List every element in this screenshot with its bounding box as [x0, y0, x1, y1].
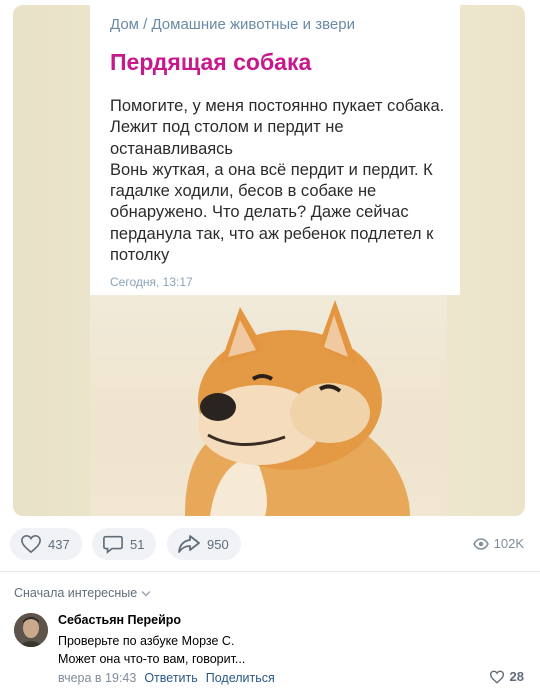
article-line: гадалке ходили, бесов в собаке не — [110, 182, 377, 201]
share-count: 950 — [207, 536, 229, 552]
share-link[interactable]: Поделиться — [206, 671, 275, 685]
comment-like-count: 28 — [509, 669, 524, 684]
comment-meta: вчера в 19:43 Ответить Поделиться — [58, 671, 275, 685]
article-line: Вонь жуткая, а она всё пердит и пердит. … — [110, 160, 433, 179]
like-count: 437 — [48, 536, 70, 552]
share-button[interactable]: 950 — [167, 528, 241, 560]
comment-time[interactable]: вчера в 19:43 — [58, 671, 136, 685]
article-body: Помогите, у меня постоянно пукает собака… — [110, 96, 455, 266]
article-screenshot: Дом / Домашние животные и звери Пердящая… — [90, 5, 460, 295]
post-image[interactable]: Дом / Домашние животные и звери Пердящая… — [13, 5, 525, 516]
chevron-down-icon — [141, 590, 151, 596]
heart-icon — [489, 670, 504, 684]
article-line: перданула так, что аж ребенок подлетел к — [110, 224, 434, 243]
article-line: потолку — [110, 246, 170, 265]
sort-label: Сначала интересные — [14, 586, 138, 600]
heart-icon — [21, 534, 41, 554]
comment-text: Проверьте по азбуке Морзе С. Может она ч… — [58, 632, 245, 668]
comments-sort[interactable]: Сначала интересные — [14, 586, 151, 600]
avatar[interactable] — [14, 613, 48, 647]
share-icon — [178, 535, 200, 553]
comment-like-button[interactable]: 28 — [489, 669, 524, 684]
comment-icon — [103, 535, 123, 554]
eye-icon — [472, 537, 489, 550]
comment-count: 51 — [130, 536, 145, 552]
article-time: Сегодня, 13:17 — [110, 275, 193, 289]
dog-photo — [90, 295, 447, 516]
article-title: Пердящая собака — [110, 49, 312, 75]
comment-line: Может она что-то вам, говорит... — [58, 652, 246, 666]
article-line: Лежит под столом и пердит не — [110, 118, 344, 137]
article-line: Помогите, у меня постоянно пукает собака… — [110, 97, 445, 115]
comment-author[interactable]: Себастьян Перейро — [58, 613, 181, 627]
reply-link[interactable]: Ответить — [144, 671, 197, 685]
views-count: 102K — [493, 536, 524, 551]
article-line: останавливаясь — [110, 139, 234, 158]
views-counter: 102K — [472, 536, 524, 551]
article-line: обнаружено. Что делать? Даже сейчас — [110, 203, 409, 222]
comment-line: Проверьте по азбуке Морзе С. — [58, 634, 235, 648]
like-button[interactable]: 437 — [10, 528, 82, 560]
comment-button[interactable]: 51 — [92, 528, 157, 560]
divider — [0, 571, 540, 572]
breadcrumb: Дом / Домашние животные и звери — [110, 16, 355, 33]
